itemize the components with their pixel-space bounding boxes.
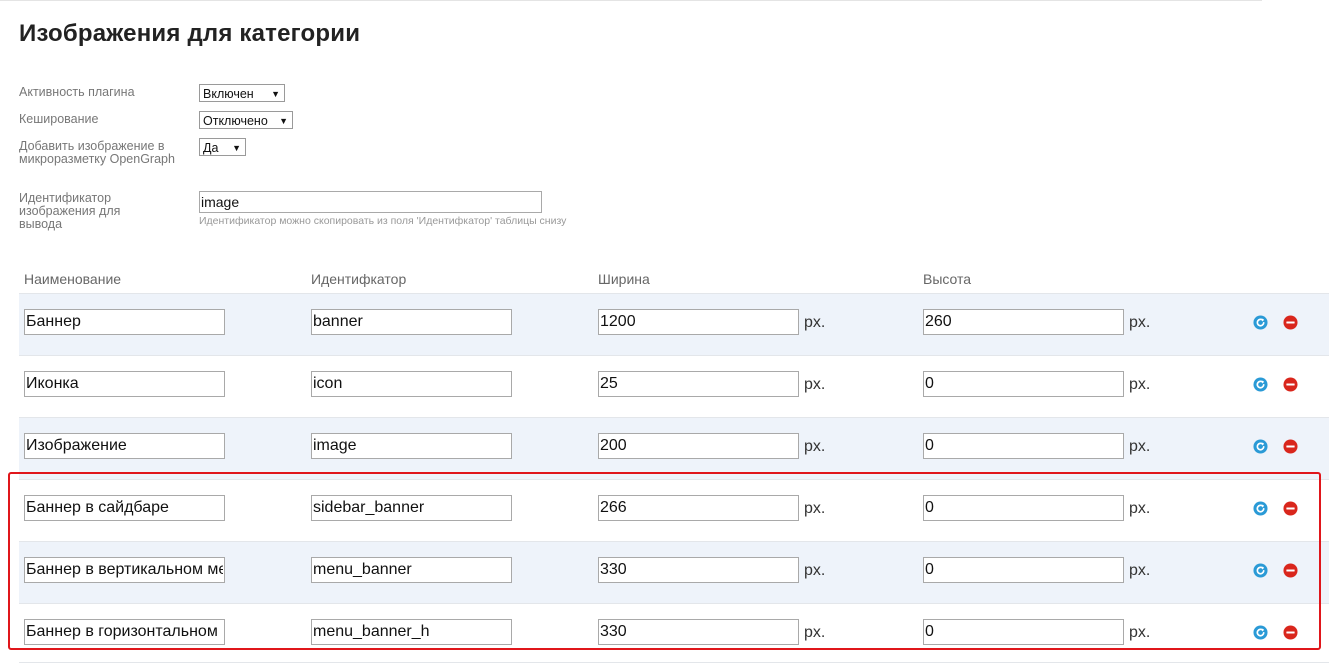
row-width-input[interactable] — [598, 619, 799, 645]
refresh-icon[interactable] — [1253, 377, 1268, 392]
dropdown-arrow-icon: ▼ — [279, 116, 288, 126]
row-height-input[interactable] — [923, 619, 1124, 645]
row-name-input[interactable] — [24, 495, 225, 521]
output-id-input[interactable] — [199, 191, 542, 213]
column-header-width: Ширина — [598, 271, 650, 287]
row-name-input[interactable] — [24, 309, 225, 335]
row-width-input[interactable] — [598, 495, 799, 521]
width-unit-label: px. — [804, 314, 826, 331]
column-header-identifier: Идентифкатор — [311, 271, 407, 287]
row-width-input[interactable] — [598, 557, 799, 583]
refresh-icon[interactable] — [1253, 501, 1268, 516]
height-unit-label: px. — [1129, 314, 1151, 331]
column-header-name: Наименование — [24, 271, 122, 287]
row-identifier-input[interactable] — [311, 309, 512, 335]
table-row: px. px. — [19, 417, 1329, 479]
row-identifier-input[interactable] — [311, 371, 512, 397]
remove-icon[interactable] — [1283, 377, 1298, 392]
height-unit-label: px. — [1129, 376, 1151, 393]
width-unit-label: px. — [804, 438, 826, 455]
remove-icon[interactable] — [1283, 563, 1298, 578]
caching-value: Отключено — [203, 114, 268, 128]
row-height-input[interactable] — [923, 495, 1124, 521]
height-unit-label: px. — [1129, 624, 1151, 641]
row-identifier-input[interactable] — [311, 495, 512, 521]
row-identifier-input[interactable] — [311, 619, 512, 645]
row-name-input[interactable] — [24, 371, 225, 397]
row-width-input[interactable] — [598, 309, 799, 335]
row-identifier-input[interactable] — [311, 433, 512, 459]
remove-icon[interactable] — [1283, 315, 1298, 330]
table-bottom-divider — [19, 662, 1329, 663]
width-unit-label: px. — [804, 376, 826, 393]
refresh-icon[interactable] — [1253, 439, 1268, 454]
row-width-input[interactable] — [598, 433, 799, 459]
refresh-icon[interactable] — [1253, 563, 1268, 578]
plugin-active-label: Активность плагина — [19, 85, 135, 99]
row-name-input[interactable] — [24, 619, 225, 645]
width-unit-label: px. — [804, 562, 826, 579]
opengraph-label: Добавить изображение в микроразметку Ope… — [19, 139, 175, 166]
row-height-input[interactable] — [923, 433, 1124, 459]
row-height-input[interactable] — [923, 309, 1124, 335]
width-unit-label: px. — [804, 624, 826, 641]
height-unit-label: px. — [1129, 500, 1151, 517]
plugin-active-select[interactable]: Включен ▼ — [199, 84, 285, 102]
caching-label: Кеширование — [19, 112, 99, 126]
remove-icon[interactable] — [1283, 439, 1298, 454]
table-row: px. px. — [19, 355, 1329, 417]
row-identifier-input[interactable] — [311, 557, 512, 583]
width-unit-label: px. — [804, 500, 826, 517]
page-title: Изображения для категории — [19, 20, 361, 47]
remove-icon[interactable] — [1283, 625, 1298, 640]
row-height-input[interactable] — [923, 371, 1124, 397]
plugin-active-value: Включен — [203, 87, 254, 101]
row-name-input[interactable] — [24, 557, 225, 583]
output-id-hint: Идентификатор можно скопировать из поля … — [199, 215, 567, 227]
output-id-label: Идентификатор изображения для вывода — [19, 191, 121, 231]
height-unit-label: px. — [1129, 438, 1151, 455]
row-name-input[interactable] — [24, 433, 225, 459]
dropdown-arrow-icon: ▼ — [232, 143, 241, 153]
table-row: px. px. — [19, 541, 1329, 603]
dropdown-arrow-icon: ▼ — [271, 89, 280, 99]
refresh-icon[interactable] — [1253, 625, 1268, 640]
height-unit-label: px. — [1129, 562, 1151, 579]
column-header-height: Высота — [923, 271, 972, 287]
table-row: px. px. — [19, 293, 1329, 355]
row-width-input[interactable] — [598, 371, 799, 397]
row-height-input[interactable] — [923, 557, 1124, 583]
table-row: px. px. — [19, 603, 1329, 665]
opengraph-select[interactable]: Да ▼ — [199, 138, 246, 156]
top-divider — [0, 0, 1262, 1]
caching-select[interactable]: Отключено ▼ — [199, 111, 293, 129]
remove-icon[interactable] — [1283, 501, 1298, 516]
table-row: px. px. — [19, 479, 1329, 541]
refresh-icon[interactable] — [1253, 315, 1268, 330]
opengraph-value: Да — [203, 141, 219, 155]
